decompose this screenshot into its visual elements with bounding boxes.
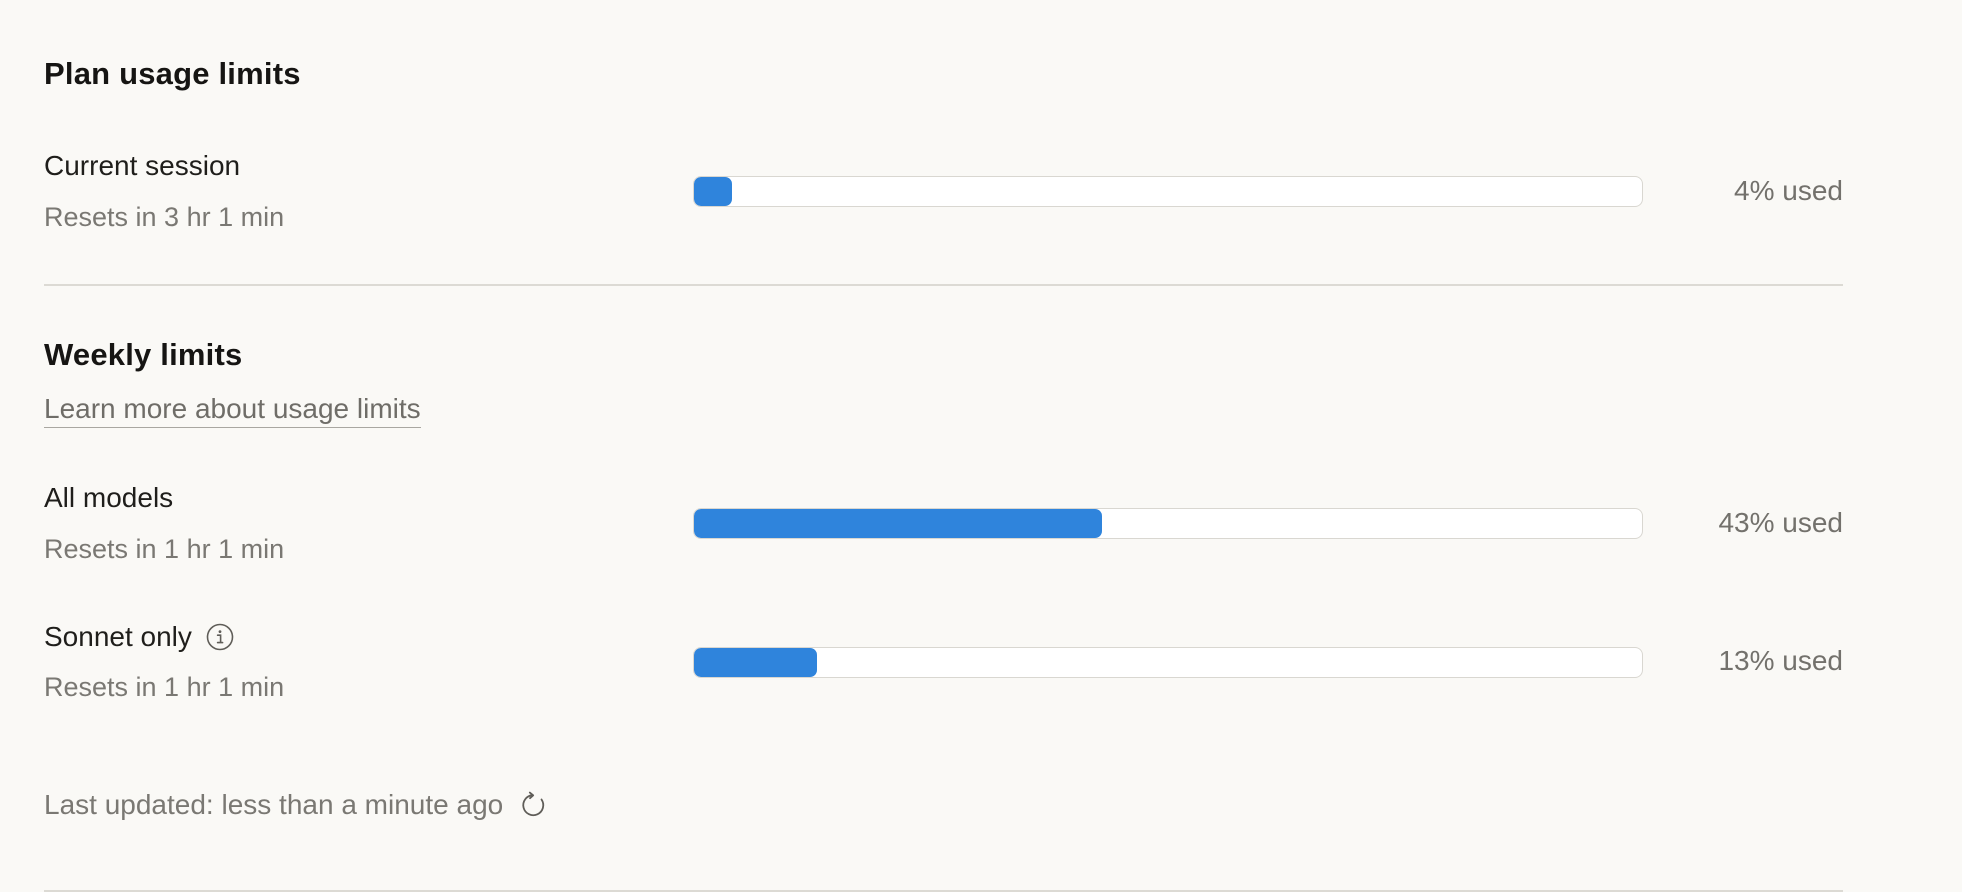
- all-models-resets: Resets in 1 hr 1 min: [44, 534, 285, 564]
- current-session-label-text: Current session: [44, 150, 241, 181]
- current-session-progress-fill: [694, 177, 732, 206]
- current-session-resets: Resets in 3 hr 1 min: [44, 202, 285, 232]
- all-models-progress-fill: [694, 509, 1102, 538]
- sonnet-only-progress-bar: [693, 647, 1643, 678]
- sonnet-only-label-text: Sonnet only: [44, 621, 192, 652]
- last-updated-text: Last updated: less than a minute ago: [44, 789, 504, 820]
- all-models-percent-used: 43% used: [1718, 507, 1843, 538]
- sonnet-only-resets: Resets in 1 hr 1 min: [44, 672, 285, 702]
- all-models-progress-bar: [693, 508, 1643, 539]
- sonnet-only-progress-fill: [694, 648, 818, 677]
- weekly-limits-title: Weekly limits: [44, 337, 243, 372]
- current-session-label: Current session: [44, 150, 240, 182]
- all-models-label: All models: [44, 482, 173, 514]
- sonnet-only-percent-used: 13% used: [1718, 645, 1843, 676]
- sonnet-only-label: Sonnet only: [44, 621, 234, 653]
- section-divider: [44, 284, 1843, 286]
- learn-more-usage-limits-link[interactable]: Learn more about usage limits: [44, 393, 421, 428]
- all-models-label-text: All models: [44, 482, 174, 513]
- usage-settings-page: Plan usage limits Current session Resets…: [0, 0, 1962, 892]
- refresh-icon[interactable]: [519, 790, 549, 820]
- last-updated-row: Last updated: less than a minute ago: [44, 789, 549, 821]
- current-session-progress-bar: [693, 176, 1643, 207]
- plan-usage-limits-title: Plan usage limits: [44, 56, 301, 91]
- info-icon[interactable]: [206, 623, 234, 651]
- current-session-percent-used: 4% used: [1734, 175, 1843, 206]
